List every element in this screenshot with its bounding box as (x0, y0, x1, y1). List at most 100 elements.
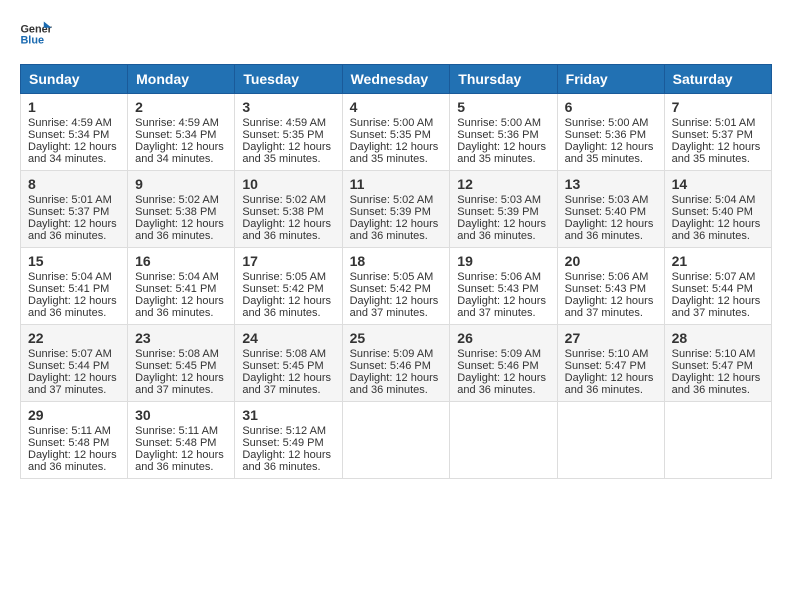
day-number: 29 (28, 407, 120, 423)
calendar-week-row: 29 Sunrise: 5:11 AM Sunset: 5:48 PM Dayl… (21, 402, 772, 479)
sunset-text: Sunset: 5:41 PM (28, 283, 109, 295)
logo-icon: General Blue (20, 20, 52, 48)
sunrise-text: Sunrise: 5:02 AM (350, 194, 434, 206)
calendar-day-cell: 21 Sunrise: 5:07 AM Sunset: 5:44 PM Dayl… (664, 248, 771, 325)
day-number: 30 (135, 407, 227, 423)
calendar-header-cell: Friday (557, 65, 664, 94)
day-number: 16 (135, 253, 227, 269)
calendar-day-cell: 3 Sunrise: 4:59 AM Sunset: 5:35 PM Dayli… (235, 94, 342, 171)
calendar-day-cell: 9 Sunrise: 5:02 AM Sunset: 5:38 PM Dayli… (128, 171, 235, 248)
sunset-text: Sunset: 5:47 PM (565, 360, 646, 372)
day-number: 15 (28, 253, 120, 269)
calendar-day-cell: 25 Sunrise: 5:09 AM Sunset: 5:46 PM Dayl… (342, 325, 450, 402)
day-number: 8 (28, 176, 120, 192)
day-number: 18 (350, 253, 443, 269)
day-number: 9 (135, 176, 227, 192)
sunrise-text: Sunrise: 4:59 AM (28, 117, 112, 129)
calendar-day-cell: 22 Sunrise: 5:07 AM Sunset: 5:44 PM Dayl… (21, 325, 128, 402)
calendar-day-cell: 4 Sunrise: 5:00 AM Sunset: 5:35 PM Dayli… (342, 94, 450, 171)
sunrise-text: Sunrise: 4:59 AM (135, 117, 219, 129)
sunrise-text: Sunrise: 5:01 AM (28, 194, 112, 206)
daylight-label: Daylight: 12 hoursand 34 minutes. (28, 141, 117, 165)
calendar-day-cell: 28 Sunrise: 5:10 AM Sunset: 5:47 PM Dayl… (664, 325, 771, 402)
sunrise-text: Sunrise: 5:11 AM (135, 425, 218, 437)
calendar-day-cell: 20 Sunrise: 5:06 AM Sunset: 5:43 PM Dayl… (557, 248, 664, 325)
daylight-label: Daylight: 12 hoursand 36 minutes. (28, 449, 117, 473)
calendar-table: SundayMondayTuesdayWednesdayThursdayFrid… (20, 64, 772, 479)
sunset-text: Sunset: 5:40 PM (565, 206, 646, 218)
logo: General Blue (20, 20, 52, 48)
calendar-header-cell: Wednesday (342, 65, 450, 94)
sunrise-text: Sunrise: 5:04 AM (135, 271, 219, 283)
sunset-text: Sunset: 5:39 PM (457, 206, 538, 218)
sunset-text: Sunset: 5:40 PM (672, 206, 753, 218)
daylight-label: Daylight: 12 hoursand 36 minutes. (350, 372, 439, 396)
sunset-text: Sunset: 5:38 PM (135, 206, 216, 218)
calendar-week-row: 15 Sunrise: 5:04 AM Sunset: 5:41 PM Dayl… (21, 248, 772, 325)
daylight-label: Daylight: 12 hoursand 36 minutes. (672, 218, 761, 242)
calendar-day-cell: 10 Sunrise: 5:02 AM Sunset: 5:38 PM Dayl… (235, 171, 342, 248)
svg-text:Blue: Blue (20, 34, 44, 46)
daylight-label: Daylight: 12 hoursand 36 minutes. (565, 218, 654, 242)
daylight-label: Daylight: 12 hoursand 35 minutes. (565, 141, 654, 165)
day-number: 25 (350, 330, 443, 346)
sunset-text: Sunset: 5:37 PM (28, 206, 109, 218)
calendar-day-cell: 17 Sunrise: 5:05 AM Sunset: 5:42 PM Dayl… (235, 248, 342, 325)
sunset-text: Sunset: 5:41 PM (135, 283, 216, 295)
daylight-label: Daylight: 12 hoursand 36 minutes. (457, 372, 546, 396)
calendar-day-cell (557, 402, 664, 479)
calendar-day-cell: 15 Sunrise: 5:04 AM Sunset: 5:41 PM Dayl… (21, 248, 128, 325)
calendar-header-cell: Saturday (664, 65, 771, 94)
sunset-text: Sunset: 5:37 PM (672, 129, 753, 141)
daylight-label: Daylight: 12 hoursand 36 minutes. (135, 449, 224, 473)
sunset-text: Sunset: 5:34 PM (28, 129, 109, 141)
calendar-day-cell: 5 Sunrise: 5:00 AM Sunset: 5:36 PM Dayli… (450, 94, 557, 171)
day-number: 27 (565, 330, 657, 346)
calendar-day-cell: 27 Sunrise: 5:10 AM Sunset: 5:47 PM Dayl… (557, 325, 664, 402)
daylight-label: Daylight: 12 hoursand 37 minutes. (565, 295, 654, 319)
sunrise-text: Sunrise: 5:03 AM (565, 194, 649, 206)
sunrise-text: Sunrise: 5:02 AM (135, 194, 219, 206)
day-number: 21 (672, 253, 764, 269)
day-number: 2 (135, 99, 227, 115)
sunrise-text: Sunrise: 5:07 AM (28, 348, 112, 360)
daylight-label: Daylight: 12 hoursand 37 minutes. (672, 295, 761, 319)
sunrise-text: Sunrise: 5:09 AM (457, 348, 541, 360)
day-number: 1 (28, 99, 120, 115)
daylight-label: Daylight: 12 hoursand 36 minutes. (350, 218, 439, 242)
sunset-text: Sunset: 5:44 PM (672, 283, 753, 295)
sunset-text: Sunset: 5:39 PM (350, 206, 431, 218)
sunrise-text: Sunrise: 5:08 AM (135, 348, 219, 360)
day-number: 31 (242, 407, 334, 423)
daylight-label: Daylight: 12 hoursand 36 minutes. (28, 218, 117, 242)
day-number: 6 (565, 99, 657, 115)
day-number: 19 (457, 253, 549, 269)
calendar-header-cell: Tuesday (235, 65, 342, 94)
sunrise-text: Sunrise: 5:00 AM (350, 117, 434, 129)
calendar-day-cell: 7 Sunrise: 5:01 AM Sunset: 5:37 PM Dayli… (664, 94, 771, 171)
day-number: 13 (565, 176, 657, 192)
calendar-week-row: 8 Sunrise: 5:01 AM Sunset: 5:37 PM Dayli… (21, 171, 772, 248)
daylight-label: Daylight: 12 hoursand 36 minutes. (242, 449, 331, 473)
day-number: 4 (350, 99, 443, 115)
calendar-day-cell: 6 Sunrise: 5:00 AM Sunset: 5:36 PM Dayli… (557, 94, 664, 171)
daylight-label: Daylight: 12 hoursand 37 minutes. (350, 295, 439, 319)
calendar-day-cell: 1 Sunrise: 4:59 AM Sunset: 5:34 PM Dayli… (21, 94, 128, 171)
daylight-label: Daylight: 12 hoursand 36 minutes. (135, 295, 224, 319)
sunrise-text: Sunrise: 5:05 AM (242, 271, 326, 283)
sunrise-text: Sunrise: 4:59 AM (242, 117, 326, 129)
calendar-day-cell: 26 Sunrise: 5:09 AM Sunset: 5:46 PM Dayl… (450, 325, 557, 402)
daylight-label: Daylight: 12 hoursand 37 minutes. (457, 295, 546, 319)
sunrise-text: Sunrise: 5:07 AM (672, 271, 756, 283)
calendar-day-cell: 18 Sunrise: 5:05 AM Sunset: 5:42 PM Dayl… (342, 248, 450, 325)
day-number: 10 (242, 176, 334, 192)
day-number: 26 (457, 330, 549, 346)
sunrise-text: Sunrise: 5:04 AM (28, 271, 112, 283)
calendar-day-cell: 12 Sunrise: 5:03 AM Sunset: 5:39 PM Dayl… (450, 171, 557, 248)
sunset-text: Sunset: 5:34 PM (135, 129, 216, 141)
sunset-text: Sunset: 5:42 PM (350, 283, 431, 295)
sunrise-text: Sunrise: 5:01 AM (672, 117, 756, 129)
sunrise-text: Sunrise: 5:10 AM (565, 348, 649, 360)
sunset-text: Sunset: 5:45 PM (242, 360, 323, 372)
calendar-day-cell (450, 402, 557, 479)
